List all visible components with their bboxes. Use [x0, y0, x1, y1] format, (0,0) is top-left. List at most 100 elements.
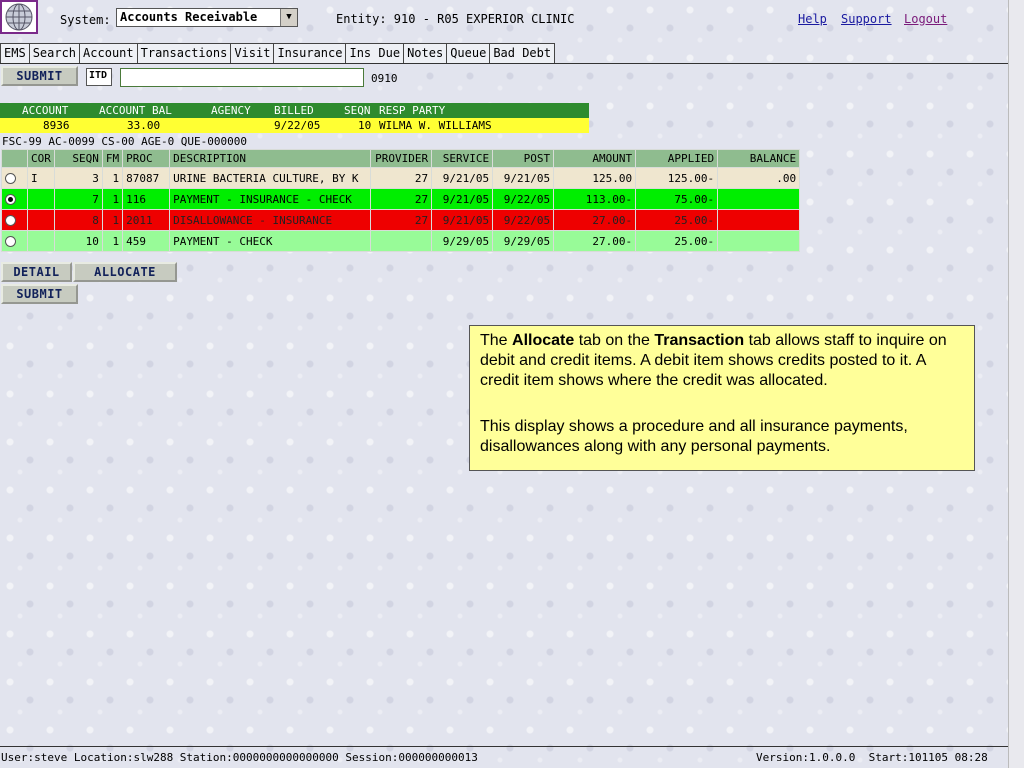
mode-field[interactable]: ITD — [86, 68, 112, 86]
account-header-values: 8936 33.00 9/22/05 10 WILMA W. WILLIAMS — [0, 118, 589, 133]
col-balance: BALANCE — [717, 149, 801, 168]
col-provider: PROVIDER — [370, 149, 433, 168]
col-applied: APPLIED — [635, 149, 719, 168]
status-codes-line: FSC-99 AC-0099 CS-00 AGE-0 QUE-000000 — [2, 135, 248, 148]
tab-divider — [0, 63, 1008, 64]
status-session-info: User:steve Location:slw288 Station:00000… — [1, 751, 478, 764]
cell-provider — [370, 230, 433, 252]
vertical-scrollbar[interactable] — [1008, 0, 1024, 768]
billed-value: 9/22/05 — [274, 119, 321, 132]
table-row[interactable]: 8 1 2011 DISALLOWANCE - INSURANCE 27 9/2… — [1, 209, 801, 231]
seqn-value: 10 — [358, 119, 372, 132]
tab-ins-due[interactable]: Ins Due — [345, 43, 405, 63]
cell-provider: 27 — [370, 209, 433, 231]
col-post: POST — [492, 149, 555, 168]
cell-fm: 1 — [101, 230, 124, 252]
allocate-button[interactable]: ALLOCATE — [73, 262, 177, 282]
cell-service: 9/21/05 — [431, 188, 494, 210]
cell-service: 9/29/05 — [431, 230, 494, 252]
cell-fm: 1 — [101, 188, 124, 210]
cell-seqn: 8 — [53, 209, 103, 231]
command-input[interactable] — [120, 68, 364, 87]
tab-account[interactable]: Account — [79, 43, 138, 63]
col-cor: COR — [27, 149, 55, 168]
cell-amount: 27.00- — [553, 230, 637, 252]
row-select-radio[interactable] — [5, 215, 16, 226]
agency-label: AGENCY — [211, 104, 251, 117]
cell-proc: 459 — [122, 230, 171, 252]
cell-amount: 113.00- — [553, 188, 637, 210]
note-paragraph-2: This display shows a procedure and all i… — [480, 418, 908, 455]
col-service: SERVICE — [431, 149, 494, 168]
cell-cor — [27, 209, 55, 231]
cell-balance — [717, 188, 801, 210]
status-version-info: Version:1.0.0.0 Start:101105 08:28 — [756, 751, 988, 764]
table-row[interactable]: 10 1 459 PAYMENT - CHECK 9/29/05 9/29/05… — [1, 230, 801, 252]
cell-proc: 116 — [122, 188, 171, 210]
cell-post: 9/22/05 — [492, 209, 555, 231]
cell-applied: 125.00- — [635, 167, 719, 189]
cell-provider: 27 — [370, 167, 433, 189]
detail-button[interactable]: DETAIL — [1, 262, 72, 282]
account-header-labels: ACCOUNT ACCOUNT BAL AGENCY BILLED SEQN R… — [0, 103, 589, 118]
cell-applied: 25.00- — [635, 230, 719, 252]
note-paragraph-1: The Allocate tab on the Transaction tab … — [480, 332, 947, 389]
account-bal-value: 33.00 — [127, 119, 161, 132]
resp-party-value: WILMA W. WILLIAMS — [379, 119, 492, 132]
main-tabs: EMS Search Account Transactions Visit In… — [0, 43, 556, 64]
tab-ems[interactable]: EMS — [0, 43, 30, 63]
account-value: 8936 — [43, 119, 70, 132]
submit-button[interactable]: SUBMIT — [1, 66, 78, 86]
account-label: ACCOUNT — [22, 104, 69, 117]
tab-insurance[interactable]: Insurance — [273, 43, 347, 63]
cell-cor — [27, 188, 55, 210]
tab-notes[interactable]: Notes — [403, 43, 448, 63]
billed-label: BILLED — [274, 104, 314, 117]
cell-fm: 1 — [101, 167, 124, 189]
resp-party-label: RESP PARTY — [379, 104, 446, 117]
cell-proc: 87087 — [122, 167, 171, 189]
cell-description: PAYMENT - INSURANCE - CHECK — [169, 188, 372, 210]
cell-cor: I — [27, 167, 55, 189]
cell-post: 9/21/05 — [492, 167, 555, 189]
table-row[interactable]: 7 1 116 PAYMENT - INSURANCE - CHECK 27 9… — [1, 188, 801, 210]
help-link[interactable]: Help — [798, 12, 827, 26]
cell-seqn: 3 — [53, 167, 103, 189]
submit-bottom-button[interactable]: SUBMIT — [1, 284, 78, 304]
app-logo — [0, 0, 38, 34]
table-row[interactable]: I 3 1 87087 URINE BACTERIA CULTURE, BY K… — [1, 167, 801, 189]
cell-cor — [27, 230, 55, 252]
system-label: System: — [60, 13, 111, 27]
cell-service: 9/21/05 — [431, 209, 494, 231]
chevron-down-icon[interactable]: ▼ — [280, 9, 297, 26]
globe-icon — [5, 3, 33, 31]
status-divider — [0, 746, 1008, 747]
cell-description: PAYMENT - CHECK — [169, 230, 372, 252]
row-select-radio[interactable] — [5, 194, 16, 205]
tab-search[interactable]: Search — [28, 43, 81, 63]
support-link[interactable]: Support — [841, 12, 892, 26]
tab-visit[interactable]: Visit — [230, 43, 275, 63]
row-select-radio[interactable] — [5, 173, 16, 184]
tab-transactions[interactable]: Transactions — [136, 43, 232, 63]
cell-description: DISALLOWANCE - INSURANCE — [169, 209, 372, 231]
col-proc: PROC — [122, 149, 171, 168]
cell-balance: .00 — [717, 167, 801, 189]
cell-applied: 25.00- — [635, 209, 719, 231]
row-select-radio[interactable] — [5, 236, 16, 247]
account-bal-label: ACCOUNT BAL — [99, 104, 172, 117]
cell-applied: 75.00- — [635, 188, 719, 210]
cell-post: 9/22/05 — [492, 188, 555, 210]
transactions-table: COR SEQN FM PROC DESCRIPTION PROVIDER SE… — [1, 149, 801, 252]
tab-bad-debt[interactable]: Bad Debt — [489, 43, 556, 63]
col-select — [1, 149, 28, 168]
annotation-note: The Allocate tab on the Transaction tab … — [469, 325, 975, 471]
system-select[interactable]: Accounts Receivable ▼ — [116, 8, 298, 27]
cell-fm: 1 — [101, 209, 124, 231]
logout-link[interactable]: Logout — [904, 12, 947, 26]
tab-queue[interactable]: Queue — [446, 43, 491, 63]
col-description: DESCRIPTION — [169, 149, 372, 168]
col-amount: AMOUNT — [553, 149, 637, 168]
cell-description: URINE BACTERIA CULTURE, BY K — [169, 167, 372, 189]
system-select-value: Accounts Receivable — [120, 10, 258, 24]
